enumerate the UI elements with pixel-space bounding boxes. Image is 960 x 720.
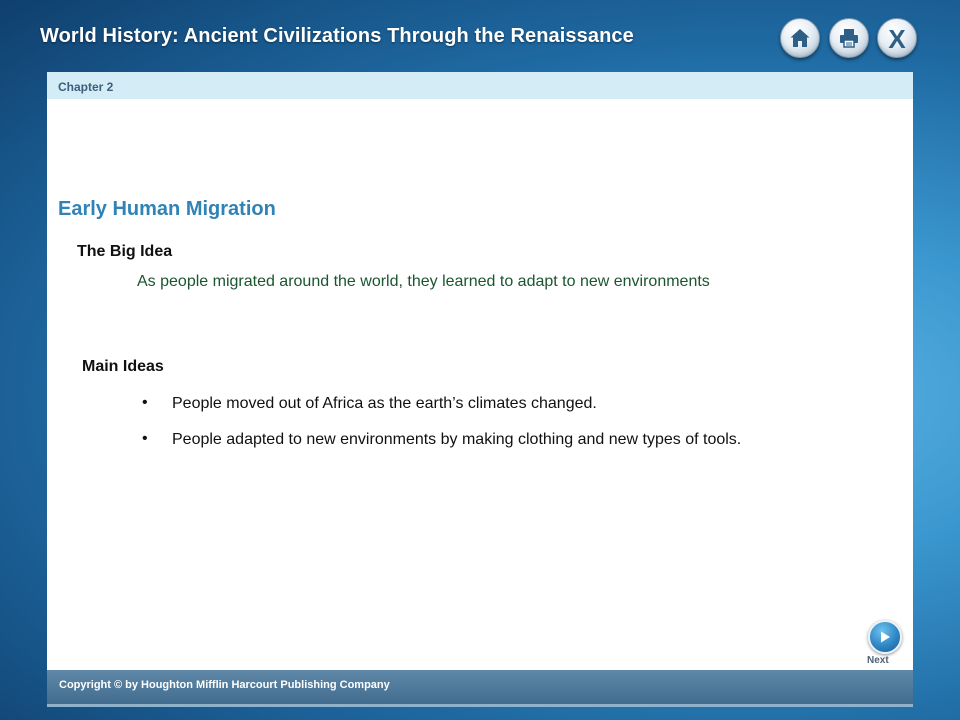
footer-bar: Copyright © by Houghton Mifflin Harcourt… — [47, 670, 913, 704]
chapter-label: Chapter 2 — [58, 80, 114, 94]
next-label: Next — [867, 655, 889, 666]
bullet-icon: • — [142, 394, 148, 411]
list-item: • People moved out of Africa as the eart… — [142, 394, 741, 413]
app-title: World History: Ancient Civilizations Thr… — [40, 25, 634, 47]
main-ideas-heading: Main Ideas — [82, 358, 164, 375]
print-icon — [840, 29, 858, 48]
presentation-slide: { "header": { "title": "World History: A… — [0, 0, 960, 720]
footer-divider — [47, 704, 913, 707]
main-ideas-list: • People moved out of Africa as the eart… — [142, 394, 742, 467]
bullet-icon: • — [142, 430, 148, 447]
home-button[interactable] — [780, 18, 820, 58]
close-icon: X — [888, 23, 906, 54]
section-title: Early Human Migration — [58, 198, 276, 220]
chapter-bar: Chapter 2 — [47, 72, 913, 99]
main-idea-text: People adapted to new environments by ma… — [172, 431, 742, 448]
copyright-text: Copyright © by Houghton Mifflin Harcourt… — [59, 679, 390, 691]
print-button[interactable] — [829, 18, 869, 58]
main-idea-text: People moved out of Africa as the earth’… — [172, 395, 597, 412]
home-icon — [790, 29, 810, 47]
play-arrow-icon — [881, 631, 890, 643]
big-idea-heading: The Big Idea — [77, 243, 173, 260]
close-button[interactable]: X — [877, 18, 917, 58]
list-item: • People adapted to new environments by … — [142, 430, 742, 449]
slide-content: Early Human Migration The Big Idea As pe… — [47, 99, 913, 670]
next-button[interactable] — [868, 620, 902, 654]
big-idea-text: As people migrated around the world, the… — [137, 273, 710, 290]
